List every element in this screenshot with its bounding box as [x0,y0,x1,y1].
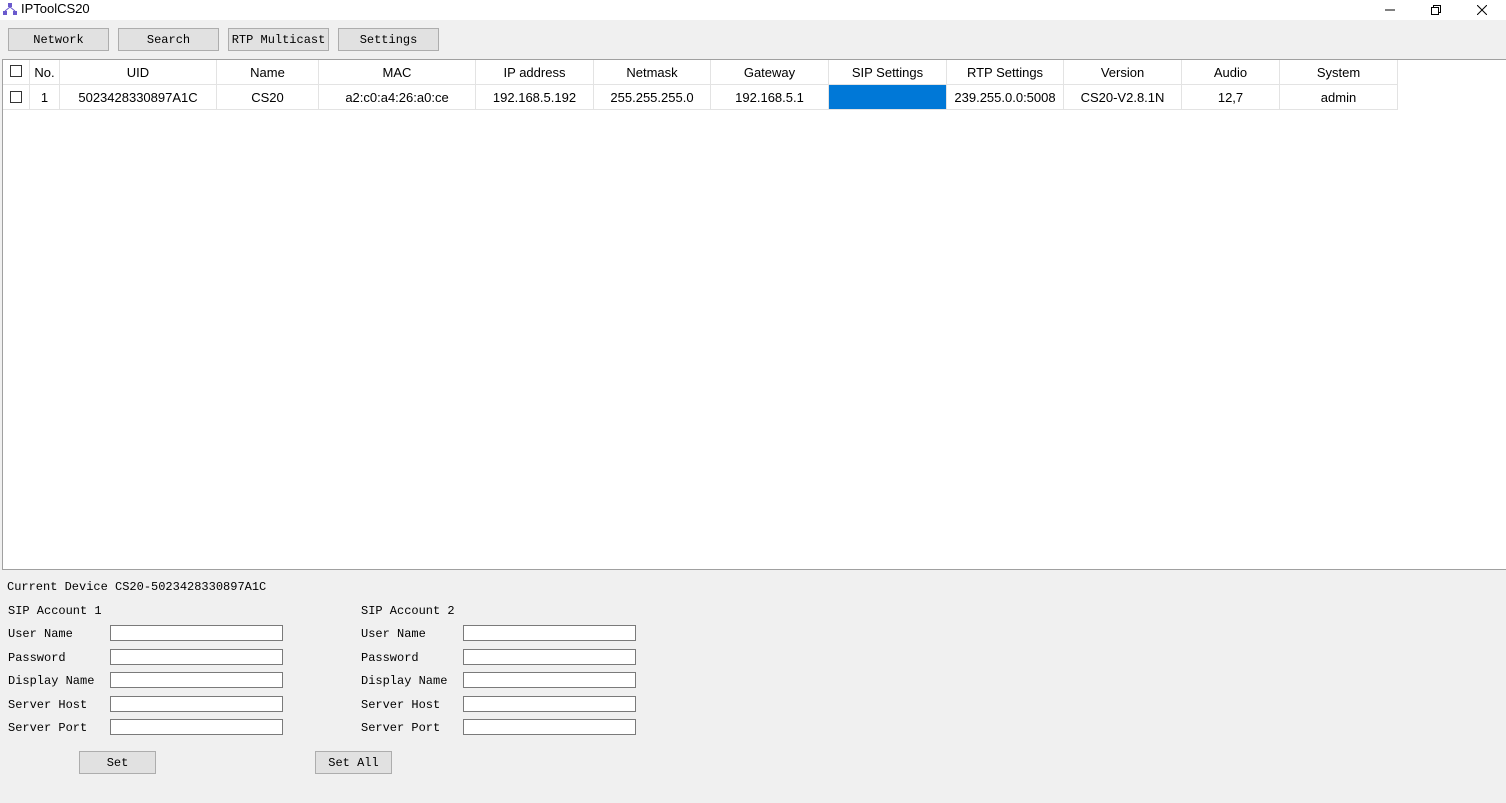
account2-user-name-label: User Name [361,627,426,641]
network-app-icon [3,3,17,15]
cell-no[interactable]: 1 [30,85,60,110]
column-header-no[interactable]: No. [30,60,60,85]
minimize-button[interactable] [1367,0,1413,20]
column-header-version[interactable]: Version [1064,60,1182,85]
restore-icon [1431,5,1441,15]
cell-name[interactable]: CS20 [217,85,319,110]
restore-button[interactable] [1413,0,1459,20]
title-bar: IPToolCS20 [0,0,1506,20]
close-icon [1477,5,1487,15]
set-button[interactable]: Set [79,751,156,774]
column-header-rtp-settings[interactable]: RTP Settings [947,60,1064,85]
account1-server-port-input[interactable] [110,719,283,735]
checkbox-icon [10,64,22,77]
search-button[interactable]: Search [118,28,219,51]
account2-password-input[interactable] [463,649,636,665]
account1-display-name-label: Display Name [8,674,95,688]
cell-version[interactable]: CS20-V2.8.1N [1064,85,1182,110]
select-all-checkbox[interactable] [3,60,30,85]
minimize-icon [1385,9,1395,11]
table-row[interactable]: 1 5023428330897A1C CS20 a2:c0:a4:26:a0:c… [3,85,1398,110]
column-header-audio[interactable]: Audio [1182,60,1280,85]
account1-user-name-input[interactable] [110,625,283,641]
column-header-netmask[interactable]: Netmask [594,60,711,85]
account1-server-port-label: Server Port [8,721,88,735]
account2-user-name-input[interactable] [463,625,636,641]
account1-server-host-label: Server Host [8,698,88,712]
cell-mac[interactable]: a2:c0:a4:26:a0:ce [319,85,476,110]
column-header-uid[interactable]: UID [60,60,217,85]
column-header-gateway[interactable]: Gateway [711,60,829,85]
column-header-mac[interactable]: MAC [319,60,476,85]
row-checkbox[interactable] [3,85,30,110]
account2-display-name-input[interactable] [463,672,636,688]
account2-server-port-label: Server Port [361,721,441,735]
set-all-button[interactable]: Set All [315,751,392,774]
cell-system[interactable]: admin [1280,85,1398,110]
cell-audio[interactable]: 12,7 [1182,85,1280,110]
account1-password-label: Password [8,651,66,665]
sip-account-1-title: SIP Account 1 [8,604,102,618]
account2-password-label: Password [361,651,419,665]
cell-ip-address[interactable]: 192.168.5.192 [476,85,594,110]
sip-account-2-title: SIP Account 2 [361,604,455,618]
cell-netmask[interactable]: 255.255.255.0 [594,85,711,110]
network-button[interactable]: Network [8,28,109,51]
account1-user-name-label: User Name [8,627,73,641]
settings-button[interactable]: Settings [338,28,439,51]
table-header: No. UID Name MAC IP address Netmask Gate… [3,60,1398,85]
cell-sip-settings[interactable] [829,85,947,110]
cell-uid[interactable]: 5023428330897A1C [60,85,217,110]
sip-settings-panel: Current Device CS20-5023428330897A1C SIP… [0,571,1506,803]
account2-server-host-label: Server Host [361,698,441,712]
account1-display-name-input[interactable] [110,672,283,688]
checkbox-icon [10,91,22,103]
account1-server-host-input[interactable] [110,696,283,712]
account2-display-name-label: Display Name [361,674,448,688]
window-title: IPToolCS20 [21,1,90,16]
column-header-name[interactable]: Name [217,60,319,85]
current-device-label: Current Device CS20-5023428330897A1C [7,580,267,594]
account1-password-input[interactable] [110,649,283,665]
rtp-multicast-button[interactable]: RTP Multicast [228,28,329,51]
cell-gateway[interactable]: 192.168.5.1 [711,85,829,110]
column-header-ip-address[interactable]: IP address [476,60,594,85]
column-header-system[interactable]: System [1280,60,1398,85]
device-table[interactable]: No. UID Name MAC IP address Netmask Gate… [2,59,1506,570]
account2-server-host-input[interactable] [463,696,636,712]
column-header-sip-settings[interactable]: SIP Settings [829,60,947,85]
cell-rtp-settings[interactable]: 239.255.0.0:5008 [947,85,1064,110]
account2-server-port-input[interactable] [463,719,636,735]
close-button[interactable] [1459,0,1505,20]
toolbar: Network Search RTP Multicast Settings [0,20,1506,59]
